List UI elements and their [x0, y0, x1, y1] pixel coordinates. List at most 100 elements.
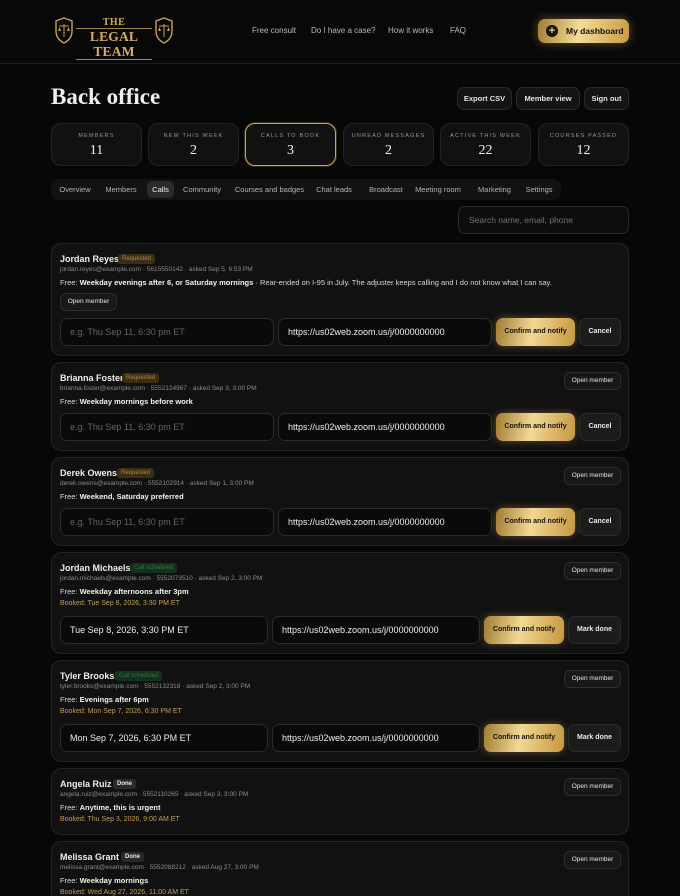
member-view-button[interactable]: Member view	[516, 87, 580, 110]
stat-label: COURSES PASSED	[549, 133, 618, 139]
nav-do-i-have-a-case[interactable]: Do I have a case?	[311, 26, 375, 35]
stat-new-this-week[interactable]: NEW THIS WEEK 2	[148, 123, 239, 166]
tab-overview[interactable]: Overview	[54, 181, 96, 198]
tab-settings[interactable]: Settings	[521, 181, 557, 198]
booked-time: Booked: Tue Sep 8, 2026, 3:30 PM ET	[60, 600, 180, 607]
free-prefix: Free:	[60, 803, 78, 812]
status-badge: Done	[113, 779, 136, 789]
free-time: Anytime, this is urgent	[79, 803, 161, 812]
tab-calls[interactable]: Calls	[147, 181, 174, 198]
status-badge: Requested	[118, 254, 156, 264]
open-member-button[interactable]: Open member	[564, 778, 621, 796]
member-meta: melissa.grant@example.com · 5552088212 ·…	[60, 864, 259, 871]
mark-done-button[interactable]: Mark done	[568, 724, 621, 752]
stat-value: 11	[89, 143, 104, 158]
call-time-input[interactable]	[60, 724, 268, 752]
stat-unread-messages[interactable]: UNREAD MESSAGES 2	[343, 123, 434, 166]
zoom-link-input[interactable]	[278, 508, 492, 536]
search-input[interactable]	[458, 206, 629, 234]
free-time: Weekday evenings after 6, or Saturday mo…	[79, 278, 254, 287]
brand-line-1: THE	[102, 17, 126, 28]
open-member-button[interactable]: Open member	[564, 562, 621, 580]
member-name: Jordan Michaels	[60, 563, 131, 573]
nav-how-it-works[interactable]: How it works	[388, 26, 433, 35]
tab-courses-and-badges[interactable]: Courses and badges	[232, 181, 307, 198]
zoom-link-input[interactable]	[278, 413, 492, 441]
availability-line: Free: Evenings after 6pm	[60, 695, 149, 704]
stat-label: ACTIVE THIS WEEK	[450, 133, 521, 139]
member-meta: brianna.foster@example.com · 5552124967 …	[60, 385, 257, 392]
member-name: Melissa Grant	[60, 852, 120, 862]
my-dashboard-button[interactable]: + My dashboard	[538, 19, 629, 43]
confirm-and-notify-button[interactable]: Confirm and notify	[496, 318, 575, 346]
free-prefix: Free:	[60, 876, 78, 885]
free-prefix: Free:	[60, 492, 78, 501]
nav-faq[interactable]: FAQ	[450, 26, 466, 35]
mark-done-button[interactable]: Mark done	[568, 616, 621, 644]
open-member-button[interactable]: Open member	[564, 670, 621, 688]
nav-free-consult[interactable]: Free consult	[252, 26, 296, 35]
availability-line: Free: Weekday afternoons after 3pm	[60, 587, 189, 596]
stat-members[interactable]: MEMBERS 11	[51, 123, 142, 166]
tab-chat-leads[interactable]: Chat leads	[314, 181, 354, 198]
zoom-link-input[interactable]	[278, 318, 492, 346]
tab-members[interactable]: Members	[98, 181, 144, 198]
brand-line-2: LEGAL TEAM	[76, 28, 152, 60]
member-meta: tyler.brooks@example.com · 5552132318 · …	[60, 683, 251, 690]
brand-logo[interactable]: THE LEGAL TEAM	[54, 16, 176, 60]
cancel-button[interactable]: Cancel	[579, 413, 621, 441]
availability-line: Free: Anytime, this is urgent	[60, 803, 160, 812]
tab-broadcast[interactable]: Broadcast	[363, 181, 409, 198]
confirm-and-notify-button[interactable]: Confirm and notify	[496, 413, 575, 441]
member-name: Derek Owens	[60, 468, 118, 478]
cancel-button[interactable]: Cancel	[579, 508, 621, 536]
stat-label: CALLS TO BOOK	[260, 133, 321, 139]
plus-icon: +	[546, 25, 558, 37]
zoom-link-input[interactable]	[272, 616, 480, 644]
tab-marketing[interactable]: Marketing	[474, 181, 515, 198]
status-badge: Requested	[122, 373, 160, 383]
tab-community[interactable]: Community	[178, 181, 226, 198]
stat-label: MEMBERS	[78, 133, 115, 139]
cancel-button[interactable]: Cancel	[579, 318, 621, 346]
confirm-and-notify-button[interactable]: Confirm and notify	[496, 508, 575, 536]
admin-tabs: Overview Members Calls Community Courses…	[51, 179, 561, 200]
status-badge: Done	[121, 852, 144, 862]
booked-time: Booked: Mon Sep 7, 2026, 6:30 PM ET	[60, 708, 182, 715]
open-member-button[interactable]: Open member	[564, 851, 621, 869]
export-csv-button[interactable]: Export CSV	[457, 87, 512, 110]
call-time-input[interactable]	[60, 508, 274, 536]
tab-meeting-room[interactable]: Meeting room	[413, 181, 463, 198]
stat-value: 12	[576, 143, 591, 158]
free-time: Weekday mornings	[79, 876, 149, 885]
member-meta: angela.ruiz@example.com · 5552110265 · a…	[60, 791, 249, 798]
free-time: Weekday mornings before work	[79, 397, 193, 406]
free-prefix: Free:	[60, 587, 78, 596]
stat-active-this-week[interactable]: ACTIVE THIS WEEK 22	[440, 123, 531, 166]
top-navigation-bar: THE LEGAL TEAM Free consult Do I have a …	[0, 0, 680, 64]
stat-courses-passed[interactable]: COURSES PASSED 12	[538, 123, 629, 166]
free-prefix: Free:	[60, 278, 78, 287]
call-card-jordan-michaels: Jordan Michaels Call scheduled jordan.mi…	[51, 552, 629, 654]
stat-calls-to-book[interactable]: CALLS TO BOOK 3	[245, 123, 336, 166]
member-meta: jordan.reyes@example.com · 5615550142 · …	[60, 266, 253, 273]
call-card-tyler-brooks: Tyler Brooks Call scheduled tyler.brooks…	[51, 660, 629, 762]
confirm-and-notify-button[interactable]: Confirm and notify	[484, 724, 564, 752]
call-time-input[interactable]	[60, 413, 274, 441]
open-member-button[interactable]: Open member	[564, 467, 621, 485]
scales-shield-icon	[55, 17, 73, 44]
zoom-link-input[interactable]	[272, 724, 480, 752]
member-meta: derek.owens@example.com · 5552102914 · a…	[60, 480, 254, 487]
free-time: Weekend, Saturday preferred	[79, 492, 184, 501]
stat-value: 2	[385, 143, 392, 158]
member-name: Jordan Reyes	[60, 254, 120, 264]
member-name: Tyler Brooks	[60, 671, 115, 681]
open-member-button[interactable]: Open member	[564, 372, 621, 390]
open-member-button[interactable]: Open member	[60, 293, 117, 311]
confirm-and-notify-button[interactable]: Confirm and notify	[484, 616, 564, 644]
sign-out-button[interactable]: Sign out	[584, 87, 629, 110]
call-time-input[interactable]	[60, 616, 268, 644]
request-note: · Rear-ended on I-95 in July. The adjust…	[253, 278, 552, 287]
call-time-input[interactable]	[60, 318, 274, 346]
free-prefix: Free:	[60, 695, 78, 704]
